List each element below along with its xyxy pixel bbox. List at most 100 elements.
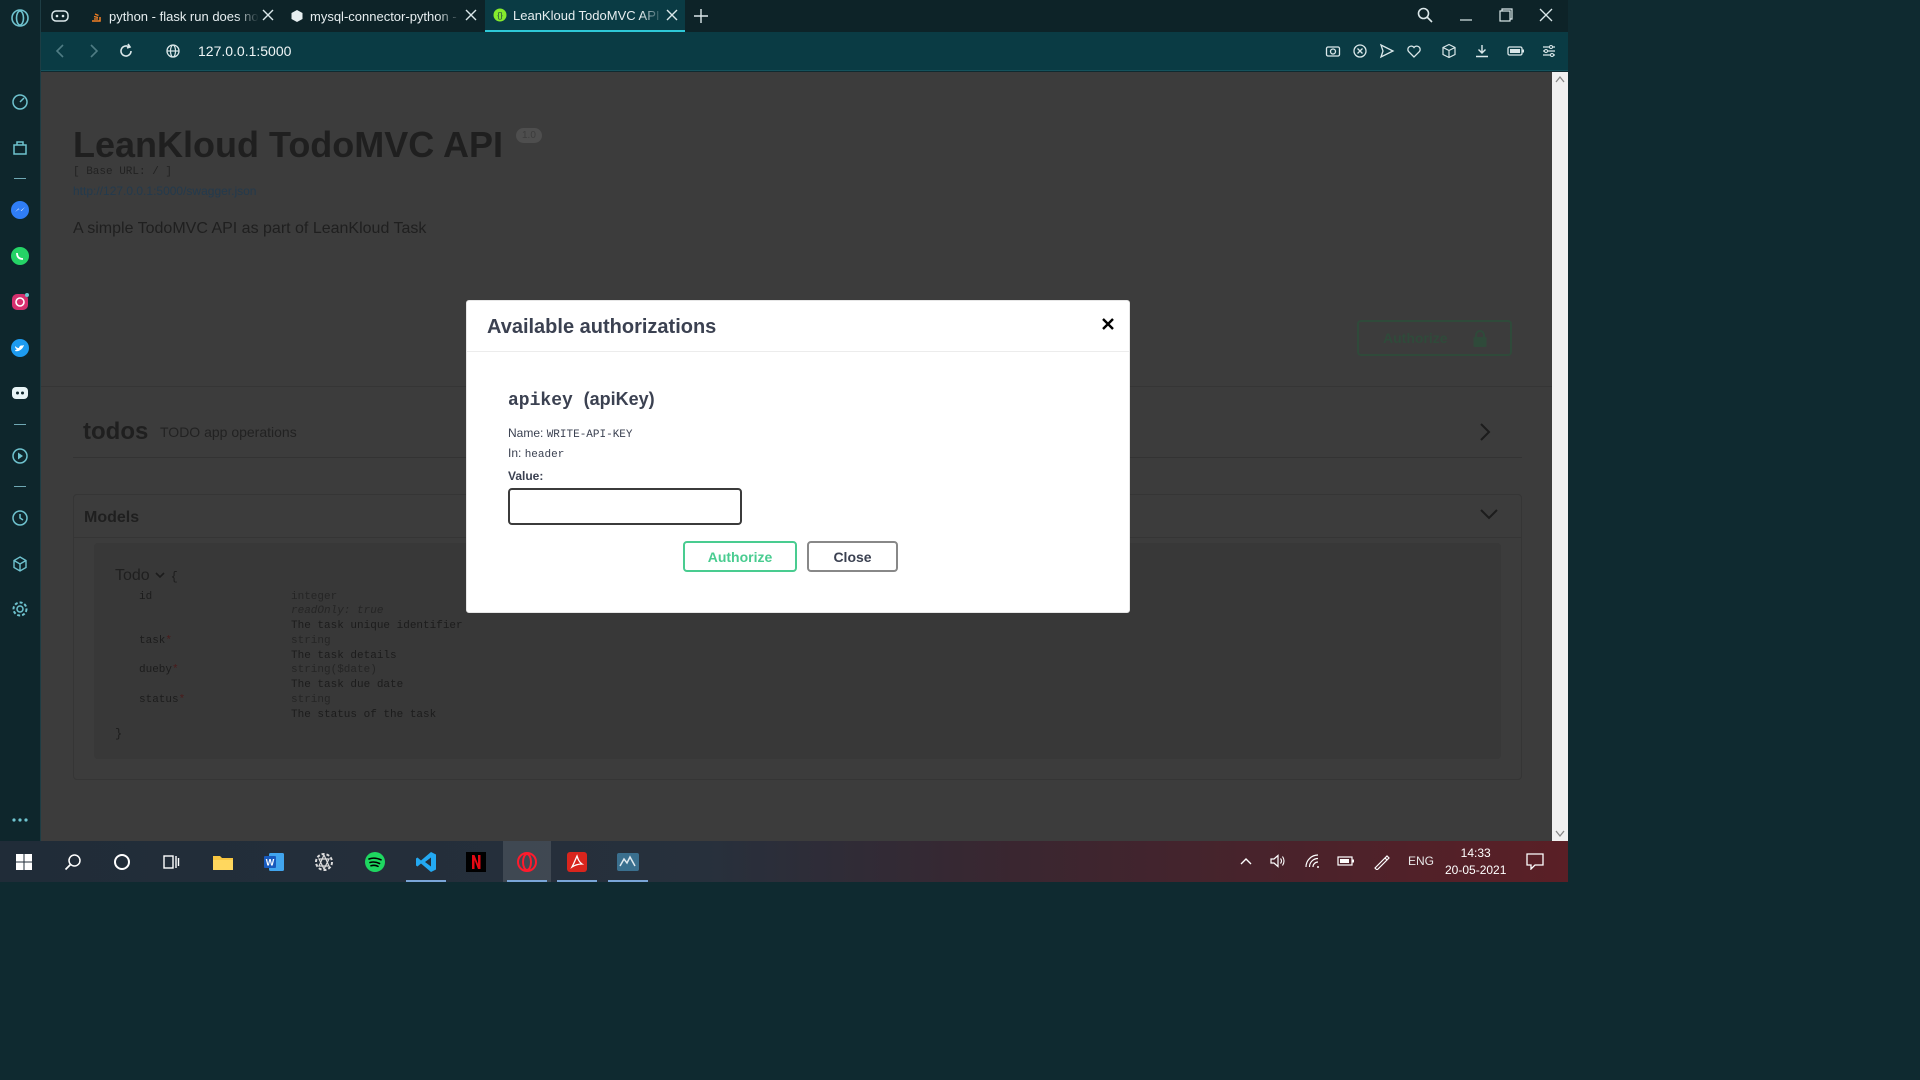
opera-logo-icon[interactable] [10,8,30,28]
cortana-icon[interactable] [98,841,146,882]
easy-setup-icon[interactable] [1541,43,1557,59]
model-name[interactable]: Todo { [115,567,178,585]
snapshot-camera-icon[interactable] [1325,43,1341,59]
battery-icon[interactable] [1337,854,1355,871]
close-tab-icon[interactable] [464,8,478,22]
tab-title: python - flask run does not [109,8,259,24]
player-icon[interactable] [10,446,30,466]
url-field[interactable]: 127.0.0.1:5000 [198,43,291,59]
speed-dial-icon[interactable] [10,92,30,112]
browser-sidebar [0,0,41,841]
action-center-icon[interactable] [1526,852,1544,873]
address-bar: 127.0.0.1:5000 [41,32,1568,71]
close-tab-icon[interactable] [665,8,679,22]
messenger-icon[interactable] [10,200,30,220]
vscode-icon[interactable] [402,841,450,882]
start-windows-icon[interactable] [0,841,48,882]
tab-mysql-connector[interactable]: mysql-connector-python - I [282,0,484,32]
search-icon[interactable] [49,841,97,882]
battery-saver-icon[interactable] [1507,43,1524,59]
field-name: dueby* [139,664,179,676]
system-clock[interactable]: 14:33 20-05-2021 [1445,845,1506,879]
value-label: Value: [508,469,544,483]
field-description: The task due date [291,679,404,691]
minimize-window-icon[interactable] [1459,8,1473,27]
chevron-down-icon[interactable] [1479,507,1499,526]
tab-leankloud-todomvc[interactable]: {} LeanKloud TodoMVC API [485,0,685,32]
twitter-icon[interactable] [10,338,30,358]
clock-time: 14:33 [1460,846,1491,860]
page-scrollbar[interactable] [1552,72,1568,841]
volume-icon[interactable] [1270,854,1286,871]
pen-workspace-icon[interactable] [1373,854,1391,873]
file-explorer-icon[interactable] [199,841,247,882]
workspaces-icon[interactable] [51,8,69,29]
extension-cube-icon[interactable] [1441,43,1457,59]
acrobat-icon[interactable] [553,841,601,882]
close-tab-icon[interactable] [261,8,275,22]
discord-icon[interactable] [10,383,30,403]
close-brace: } [115,727,123,741]
models-title[interactable]: Models [84,509,139,527]
restore-window-icon[interactable] [1499,8,1513,27]
authorize-label: Authorize [1383,330,1448,346]
task-view-icon[interactable] [147,841,195,882]
api-key-value-input[interactable] [508,488,742,525]
opera-browser-icon[interactable] [503,841,551,882]
svg-text:W: W [266,857,275,867]
spotify-icon[interactable] [351,841,399,882]
modal-authorize-button[interactable]: Authorize [683,541,797,572]
bag-icon[interactable] [10,138,30,158]
field-description: The task unique identifier [291,620,463,632]
new-tab-icon[interactable] [693,8,709,29]
field-name: task* [139,635,173,647]
model-toggle-chevron-icon[interactable] [154,567,166,584]
adblock-icon[interactable] [1352,43,1368,59]
reload-icon[interactable] [118,43,134,59]
forward-icon[interactable] [85,43,101,59]
model-name-label: Todo [115,567,150,584]
send-flow-icon[interactable] [1379,43,1395,59]
settings-gear-icon[interactable] [10,599,30,619]
tab-title: mysql-connector-python - I [310,8,460,24]
word-icon[interactable]: W [250,841,298,882]
instagram-icon[interactable] [10,292,30,312]
sidebar-separator [14,424,26,425]
swagger-json-link[interactable]: http://127.0.0.1:5000/swagger.json [73,184,256,198]
field-name: status* [139,694,186,706]
wifi-icon[interactable] [1305,854,1321,871]
whatsapp-icon[interactable] [10,246,30,266]
field-name: id [139,591,153,603]
authorizations-modal: Available authorizations apikey (apiKey)… [466,300,1130,613]
tag-todos-title[interactable]: todos [83,418,148,446]
input-language[interactable]: ENG [1408,854,1434,868]
bookmark-heart-icon[interactable] [1406,43,1422,59]
stackoverflow-favicon-icon [89,9,103,23]
search-tabs-icon[interactable] [1417,7,1433,28]
back-icon[interactable] [53,43,69,59]
svg-text:{}: {} [497,11,503,20]
modal-close-button[interactable]: Close [807,541,898,572]
tab-stackoverflow[interactable]: python - flask run does not [81,0,281,32]
field-description: The status of the task [291,709,437,721]
auth-name-row: Name: WRITE-API-KEY [508,426,633,441]
authorize-button[interactable]: Authorize [1357,320,1512,356]
auth-scheme-title: apikey (apiKey) [508,389,655,411]
more-dots-icon[interactable] [10,810,30,830]
show-hidden-icons-icon[interactable] [1238,854,1254,871]
extensions-cube-icon[interactable] [10,554,30,574]
close-window-icon[interactable] [1539,8,1553,27]
tab-title: LeanKloud TodoMVC API [513,7,660,23]
close-modal-icon[interactable] [1101,317,1115,331]
netflix-icon[interactable] [452,841,500,882]
mysql-workbench-icon[interactable] [604,841,652,882]
api-description: A simple TodoMVC API as part of LeanKlou… [73,220,427,237]
chevron-right-icon[interactable] [1477,422,1493,447]
download-icon[interactable] [1474,43,1490,59]
swagger-favicon-icon: {} [493,8,507,22]
site-info-globe-icon[interactable] [165,43,181,59]
history-icon[interactable] [10,508,30,528]
hexagon-favicon-icon [290,9,304,23]
app-gear-star-icon[interactable] [300,841,348,882]
sidebar-separator [14,178,26,179]
